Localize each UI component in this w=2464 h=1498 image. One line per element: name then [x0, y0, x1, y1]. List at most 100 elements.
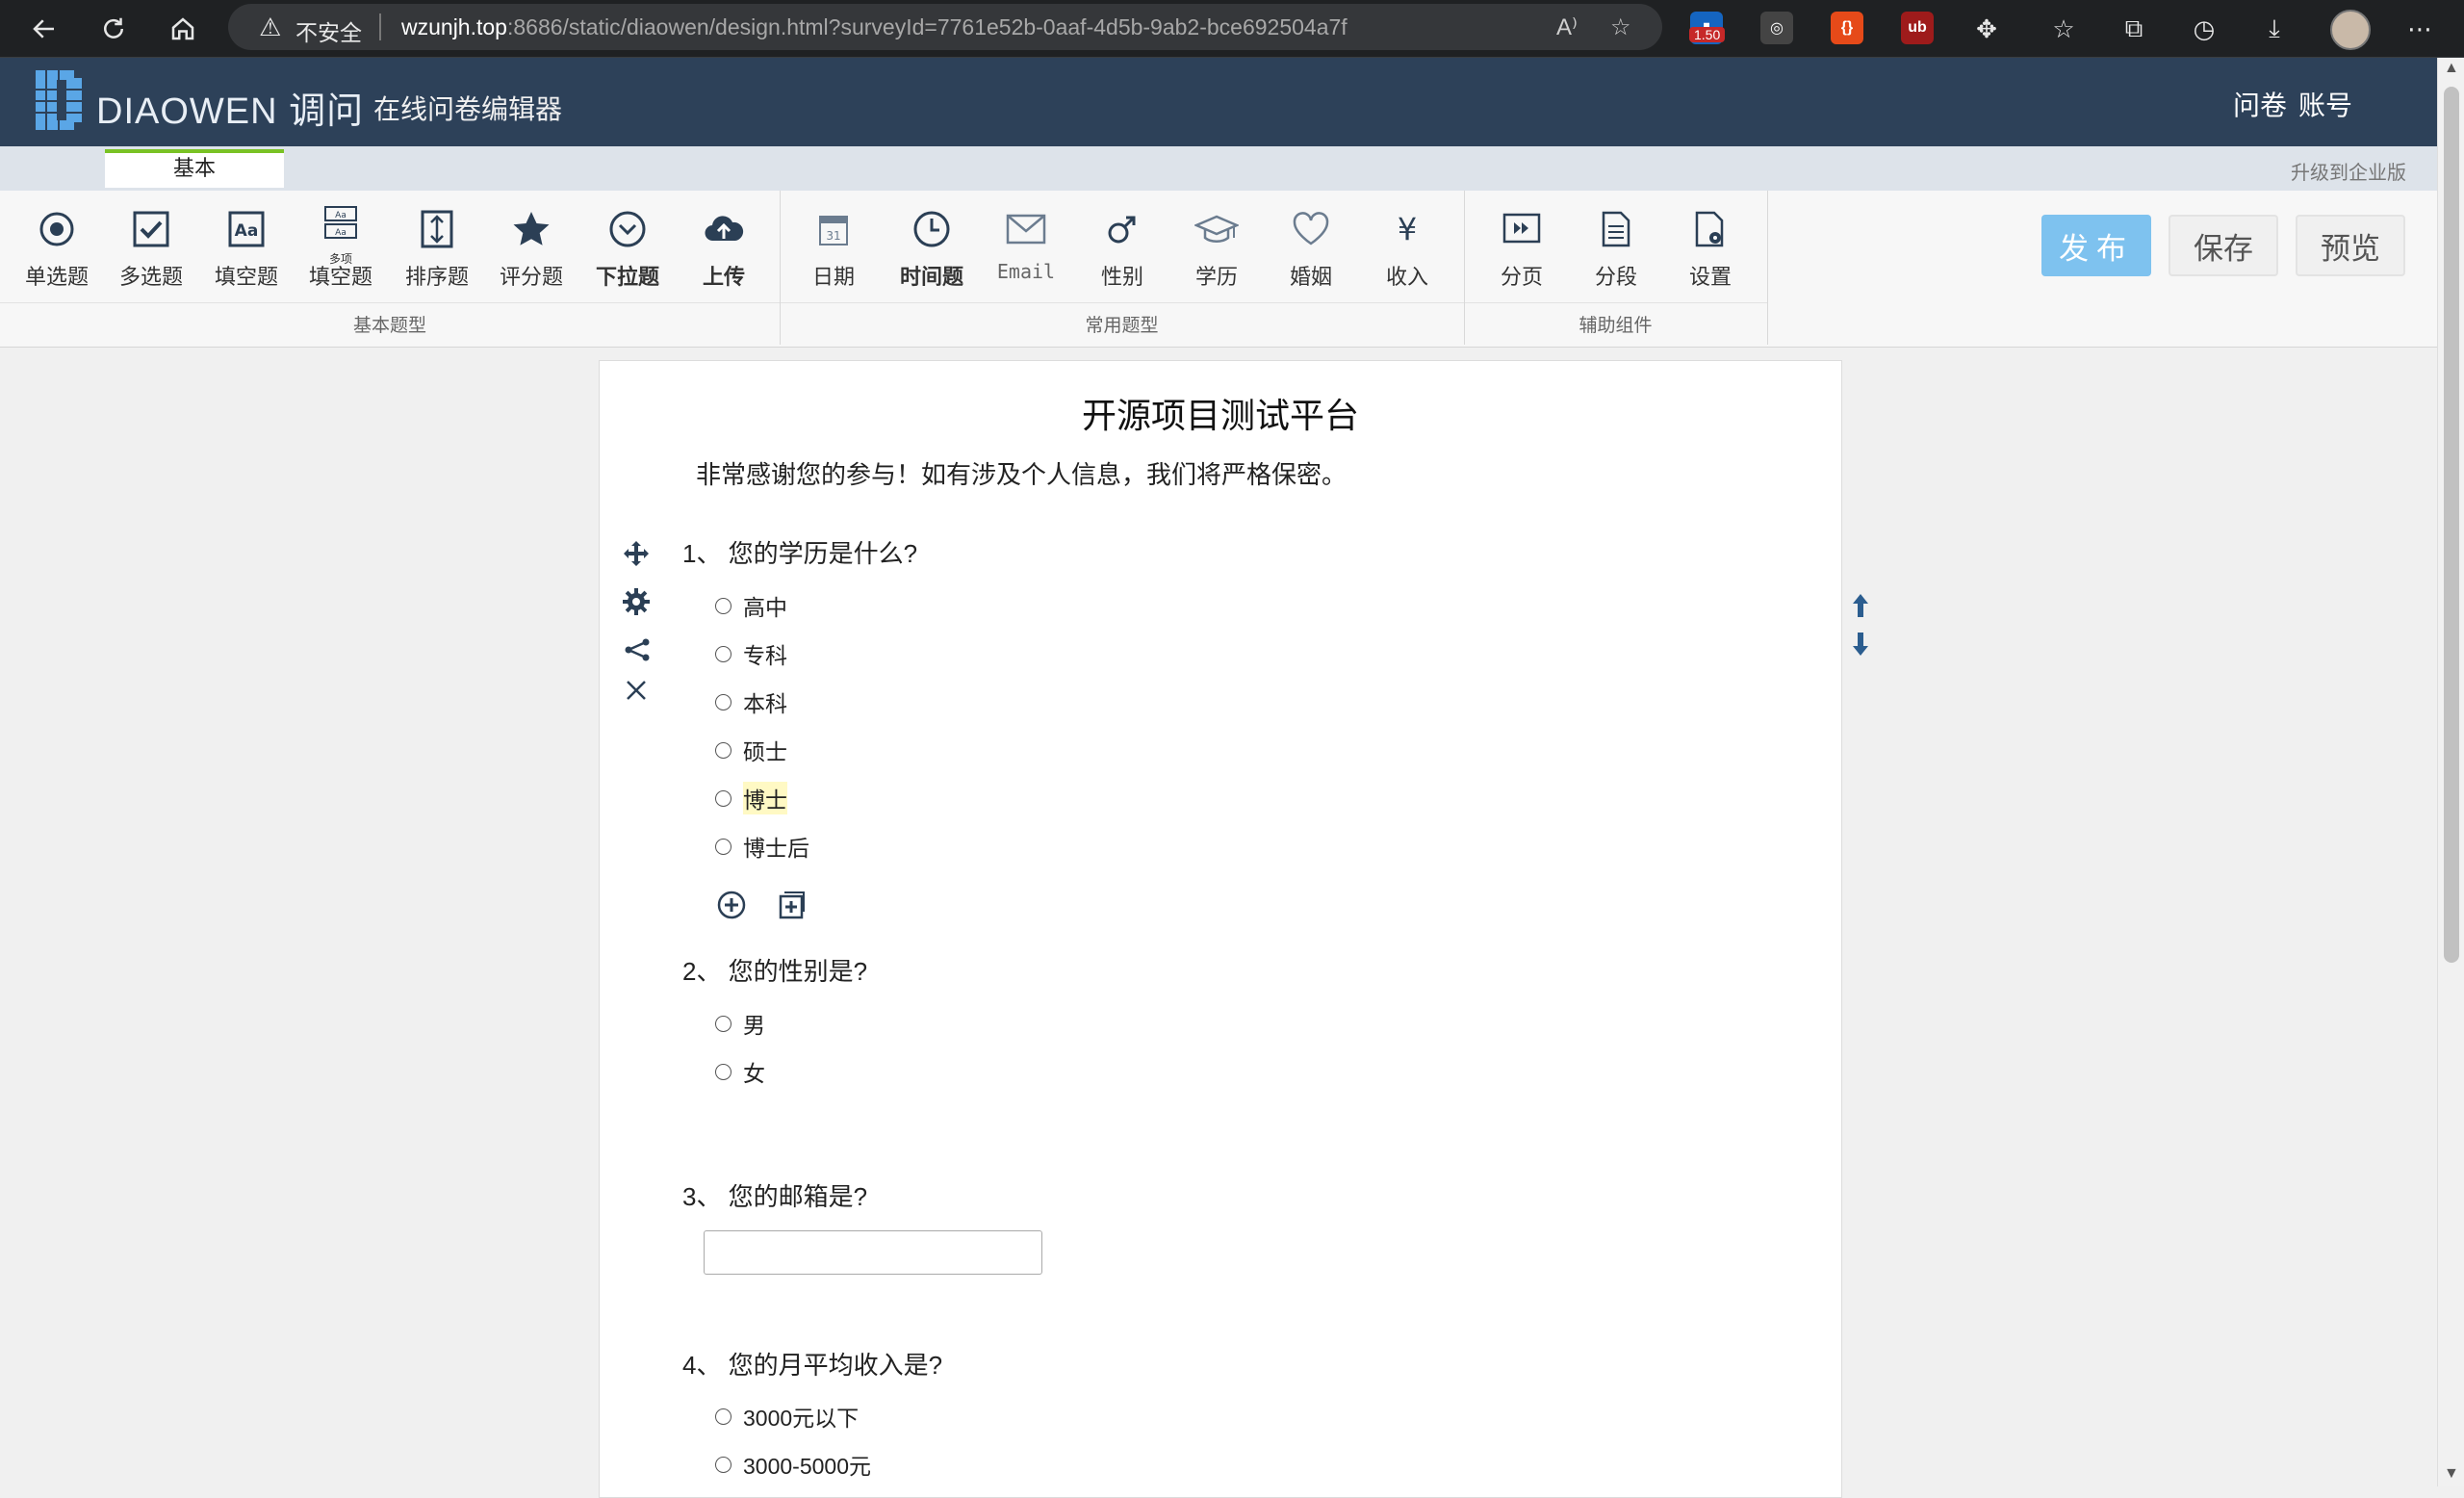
page-scrollbar[interactable]: ▲ ▼ [2437, 58, 2464, 1486]
time-button[interactable]: 时间题 [886, 202, 978, 291]
income-button[interactable]: ¥ 收入 [1361, 202, 1453, 291]
gender-button[interactable]: 性别 [1076, 202, 1168, 291]
url-text[interactable]: wzunjh.top:8686/static/diaowen/design.ht… [401, 14, 1348, 40]
browser-toolbar: ⚠ 不安全 wzunjh.top:8686/static/diaowen/des… [0, 0, 2464, 58]
add-option-icon[interactable] [715, 889, 748, 921]
option-item[interactable]: 高中 [715, 590, 787, 621]
education-button[interactable]: 学历 [1170, 202, 1263, 291]
extension-badge: 1.50 [1689, 27, 1726, 42]
ranking-button[interactable]: 排序题 [391, 202, 483, 291]
marital-button[interactable]: 婚姻 [1265, 202, 1357, 291]
diaowen-logo-icon [36, 70, 82, 130]
move-icon[interactable] [619, 536, 654, 571]
option-item[interactable]: 专科 [715, 638, 787, 669]
option-item[interactable]: 博士 [715, 782, 787, 814]
question-title[interactable]: 4、 您的月平均收入是? [682, 1346, 942, 1382]
radio-button[interactable] [715, 1015, 732, 1032]
extension-icon-3[interactable]: {} [1831, 12, 1863, 44]
scroll-down-icon[interactable]: ▼ [2444, 1465, 2459, 1483]
radio-button[interactable] [715, 838, 732, 855]
single-choice-button[interactable]: 单选题 [11, 202, 103, 291]
home-icon[interactable] [164, 10, 202, 48]
nav-account[interactable]: 账号 [2298, 85, 2352, 123]
multi-fill-blank-button[interactable]: Aa Aa 填空题 [295, 202, 387, 291]
batch-add-option-icon[interactable] [775, 889, 808, 921]
date-button[interactable]: 31 日期 [787, 202, 880, 291]
option-item[interactable]: 本科 [715, 686, 787, 717]
radio-button[interactable] [715, 645, 732, 662]
scrollbar-thumb[interactable] [2444, 87, 2459, 963]
back-icon[interactable] [25, 10, 64, 48]
more-icon[interactable]: ⋯ [2400, 10, 2439, 48]
favorite-add-icon[interactable]: ☆ [1610, 13, 1631, 41]
tab-bar: 基本 升级到企业版 [0, 146, 2437, 191]
clock-icon [886, 202, 978, 256]
svg-text:31: 31 [826, 229, 840, 243]
option-item[interactable]: 3000-5000元 [715, 1449, 871, 1480]
logic-branch-icon[interactable] [619, 633, 654, 667]
question-title[interactable]: 2、 您的性别是? [682, 952, 867, 988]
paragraph-button[interactable]: 分段 [1570, 202, 1662, 291]
survey-description[interactable]: 非常感谢您的参与！如有涉及个人信息，我们将严格保密。 [696, 455, 1347, 491]
option-item[interactable]: 硕士 [715, 735, 787, 765]
scroll-up-icon[interactable]: ▲ [2444, 60, 2459, 77]
question-title[interactable]: 1、 您的学历是什么? [682, 534, 917, 570]
radio-button[interactable] [715, 597, 732, 614]
multi-choice-button[interactable]: 多选题 [105, 202, 197, 291]
upload-button[interactable]: 上传 [678, 202, 770, 291]
download-icon[interactable]: ⤓ [2255, 10, 2294, 48]
upgrade-link[interactable]: 升级到企业版 [2291, 157, 2406, 185]
graduation-cap-icon [1170, 202, 1263, 256]
page-break-button[interactable]: 分页 [1476, 202, 1568, 291]
radio-button[interactable] [715, 693, 732, 710]
profile-avatar[interactable] [2330, 10, 2371, 50]
dropdown-button[interactable]: 下拉题 [581, 202, 674, 291]
read-aloud-icon[interactable]: A⁾ [1556, 13, 1578, 41]
gear-icon[interactable] [619, 584, 654, 619]
ublock-icon[interactable]: ub [1901, 12, 1934, 44]
url-separator [379, 13, 381, 40]
survey-title[interactable]: 开源项目测试平台 [600, 388, 1841, 438]
extensions-icon[interactable]: ✥ [1967, 10, 2006, 48]
option-item[interactable]: 女 [715, 1056, 765, 1087]
email-field[interactable] [704, 1230, 1042, 1275]
tab-basic[interactable]: 基本 [105, 149, 284, 188]
settings-button[interactable]: 设置 [1664, 202, 1757, 291]
insecure-label: 不安全 [295, 20, 362, 45]
option-item[interactable]: 博士后 [715, 831, 809, 862]
svg-text:Aa: Aa [335, 228, 346, 238]
nav-surveys[interactable]: 问卷 [2233, 85, 2287, 123]
move-down-icon[interactable] [1843, 627, 1878, 661]
radio-button[interactable] [715, 1063, 732, 1080]
multi-fill-tag: 多项 [329, 252, 353, 266]
preview-button[interactable]: 预览 [2296, 215, 2405, 276]
settings-doc-icon [1664, 202, 1757, 256]
survey-canvas: 开源项目测试平台 非常感谢您的参与！如有涉及个人信息，我们将严格保密。 1、 您… [599, 360, 1868, 1498]
favorites-icon[interactable]: ☆ [2044, 10, 2083, 48]
cloud-upload-icon [678, 202, 770, 256]
fill-blank-button[interactable]: Aa 填空题 [200, 202, 293, 291]
history-icon[interactable]: ◷ [2185, 10, 2223, 48]
svg-text:Aa: Aa [335, 211, 346, 220]
refresh-icon[interactable] [94, 10, 133, 48]
email-button[interactable]: Email [980, 202, 1072, 283]
move-up-icon[interactable] [1843, 588, 1878, 623]
option-item[interactable]: 男 [715, 1008, 765, 1039]
extension-icon-2[interactable]: ◎ [1760, 12, 1793, 44]
envelope-icon [980, 202, 1072, 256]
address-bar[interactable]: ⚠ 不安全 wzunjh.top:8686/static/diaowen/des… [228, 4, 1662, 50]
collections-icon[interactable]: ⧉ [2115, 10, 2153, 48]
question-title[interactable]: 3、 您的邮箱是? [682, 1177, 867, 1213]
close-icon[interactable] [619, 673, 654, 708]
save-button[interactable]: 保存 [2169, 215, 2278, 276]
option-item[interactable]: 3000元以下 [715, 1401, 859, 1432]
radio-button[interactable] [715, 1408, 732, 1425]
publish-button[interactable]: 发布 [2041, 215, 2151, 276]
male-icon [1076, 202, 1168, 256]
page-break-icon [1476, 202, 1568, 256]
radio-button[interactable] [715, 1456, 732, 1473]
rating-button[interactable]: 评分题 [485, 202, 578, 291]
radio-button[interactable] [715, 741, 732, 759]
radio-button[interactable] [715, 789, 732, 807]
group-separator [1767, 191, 1768, 345]
